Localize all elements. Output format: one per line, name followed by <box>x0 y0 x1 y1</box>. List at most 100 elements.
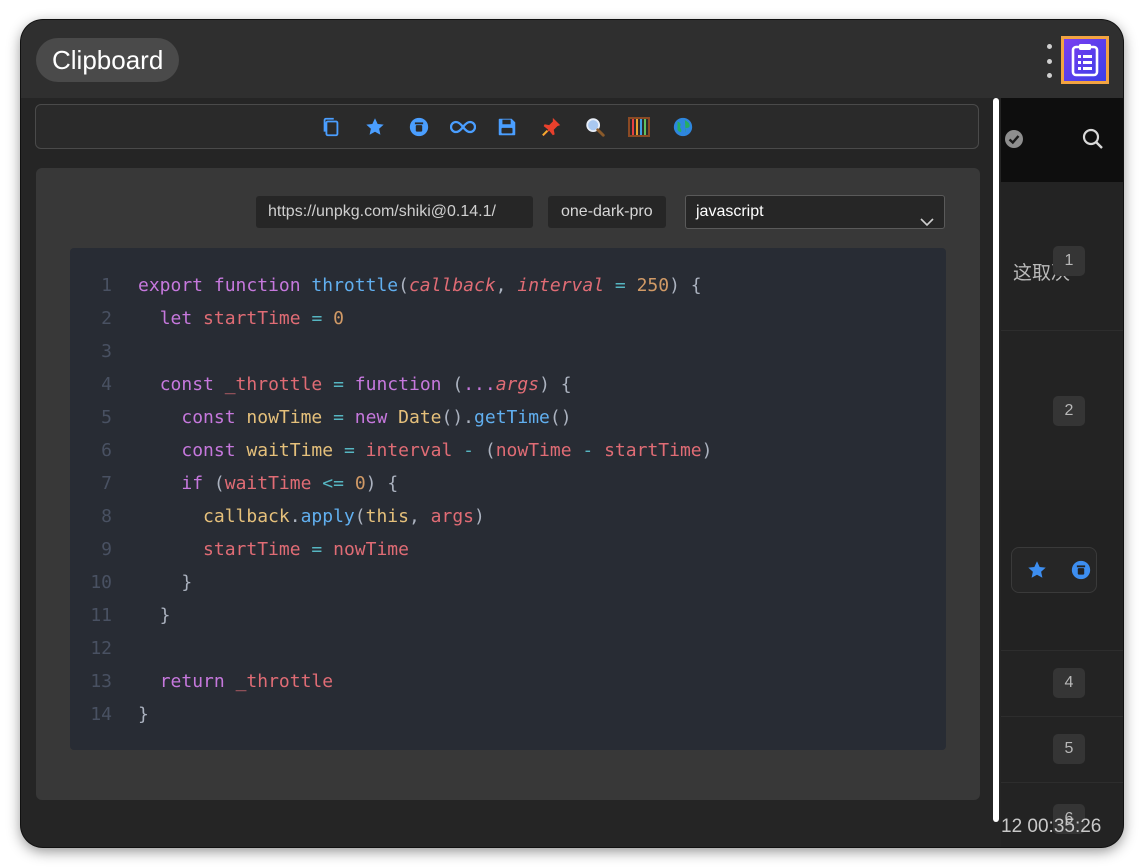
code-token: 250 <box>636 275 670 296</box>
list-item[interactable] <box>1001 490 1123 651</box>
code-token: <= <box>322 473 344 494</box>
code-line: 1 export function throttle(callback, inte… <box>70 269 946 302</box>
language-select[interactable]: javascript <box>685 195 945 229</box>
delete-icon[interactable] <box>1070 559 1092 586</box>
line-number: 12 <box>90 638 112 659</box>
code-token: ( <box>398 275 409 296</box>
code-token: args <box>430 506 475 527</box>
code-line: 14} <box>70 698 946 731</box>
clipboard-history-list: 这取决 1 2 4 5 6 12 00:35:26 <box>1001 98 1123 847</box>
code-token: getTime <box>474 407 550 428</box>
code-text: const nowTime = new Date().getTime() <box>138 401 572 434</box>
code-token: interval <box>517 275 605 296</box>
code-block[interactable]: 1 export function throttle(callback, inte… <box>70 248 946 750</box>
code-preview-popup: https://unpkg.com/shiki@0.14.1/ one-dark… <box>33 100 981 800</box>
code-line: 2 let startTime = 0 <box>70 302 946 335</box>
code-token: } <box>138 704 149 725</box>
copy-icon[interactable] <box>316 112 346 142</box>
code-token: nowTime <box>495 440 572 461</box>
check-circle-icon[interactable] <box>1003 128 1025 156</box>
code-token: = <box>343 440 355 461</box>
code-token: ) { <box>669 275 702 296</box>
code-token: 0 <box>354 473 366 494</box>
more-options-icon[interactable] <box>1043 44 1055 78</box>
code-token: let <box>159 308 193 329</box>
cdn-url-input[interactable]: https://unpkg.com/shiki@0.14.1/ <box>256 196 533 228</box>
pin-icon[interactable] <box>536 112 566 142</box>
code-token: ( <box>354 506 366 527</box>
code-token: interval <box>365 440 453 461</box>
line-number: 7 <box>101 473 112 494</box>
abacus-icon[interactable] <box>624 112 654 142</box>
code-token: const <box>159 374 214 395</box>
line-number: 1 <box>101 275 112 296</box>
code-text: const waitTime = interval - (nowTime - s… <box>138 434 712 467</box>
code-token: new <box>354 407 388 428</box>
code-line: 8 callback.apply(this, args) <box>70 500 946 533</box>
code-token: args <box>495 374 540 395</box>
code-token: startTime <box>203 539 301 560</box>
theme-button[interactable]: one-dark-pro <box>548 196 666 228</box>
list-item[interactable]: 4 <box>1001 650 1123 717</box>
star-icon[interactable] <box>1026 559 1048 586</box>
code-line: 7 if (waitTime <= 0) { <box>70 467 946 500</box>
clipboard-icon[interactable] <box>1061 36 1109 84</box>
infinity-icon[interactable] <box>448 112 478 142</box>
code-token: this <box>365 506 409 527</box>
globe-icon[interactable] <box>668 112 698 142</box>
language-select-value: javascript <box>696 203 764 220</box>
code-text: } <box>138 566 192 599</box>
code-token: = <box>333 407 344 428</box>
code-token: _throttle <box>235 671 334 692</box>
code-token: } <box>138 572 193 593</box>
code-token: () <box>549 407 572 428</box>
save-icon[interactable] <box>492 112 522 142</box>
code-token: apply <box>300 506 355 527</box>
code-token: startTime <box>203 308 301 329</box>
list-item[interactable]: 这取决 1 <box>1001 182 1123 331</box>
code-text: let startTime = 0 <box>138 302 344 335</box>
delete-icon[interactable] <box>404 112 434 142</box>
search-icon[interactable] <box>1081 127 1105 156</box>
line-number: 5 <box>101 407 112 428</box>
code-token: function <box>213 275 301 296</box>
magnifier-icon[interactable] <box>580 112 610 142</box>
list-item[interactable]: 2 <box>1001 330 1123 491</box>
list-item[interactable]: 5 <box>1001 716 1123 783</box>
code-token: function <box>354 374 442 395</box>
line-number: 4 <box>101 374 112 395</box>
code-token: callback <box>408 275 496 296</box>
line-number: 6 <box>101 440 112 461</box>
scrollbar[interactable] <box>993 98 999 822</box>
code-token: callback <box>203 506 290 527</box>
list-item-actions <box>1011 547 1097 593</box>
code-token: = <box>614 275 626 296</box>
star-icon[interactable] <box>360 112 390 142</box>
list-header <box>1001 98 1123 182</box>
code-token: startTime <box>604 440 702 461</box>
code-text: export function throttle(callback, inter… <box>138 269 702 302</box>
line-number: 11 <box>90 605 112 626</box>
code-token: ) { <box>539 374 572 395</box>
code-text: const _throttle = function (...args) { <box>138 368 572 401</box>
code-line: 3 <box>70 335 946 368</box>
code-line: 9 startTime = nowTime <box>70 533 946 566</box>
list-item-index: 4 <box>1053 668 1085 698</box>
